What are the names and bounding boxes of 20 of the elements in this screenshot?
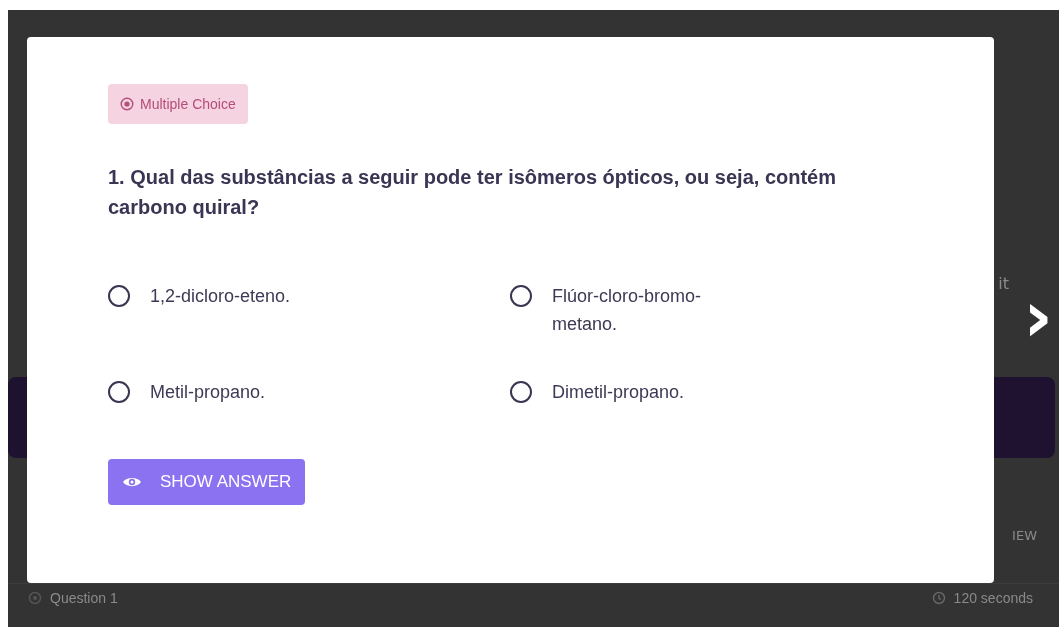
clock-icon <box>931 590 946 605</box>
option-label[interactable]: 1,2-dicloro-eteno. <box>150 282 291 310</box>
option-label[interactable]: Flúor-cloro-bromo-metano. <box>552 282 740 338</box>
option-label[interactable]: Dimetil-propano. <box>552 378 685 406</box>
radio-icon <box>28 590 42 605</box>
view-link[interactable]: IEW <box>1012 528 1037 543</box>
time-label: 120 seconds <box>953 589 1033 606</box>
show-answer-button[interactable]: SHOW ANSWER <box>108 459 306 505</box>
radio-icon <box>120 97 134 111</box>
side-label: it <box>998 274 1009 293</box>
eye-icon <box>122 475 142 489</box>
question-text: 1. Qual das substâncias a seguir pode ter isômeros ópticos, ou seja, contém carbono quiral? <box>108 165 837 220</box>
radio-button[interactable] <box>510 381 532 403</box>
question-label: Question 1 <box>50 589 118 606</box>
question-type-badge: Multiple Choice <box>108 84 248 124</box>
radio-button[interactable] <box>510 285 532 307</box>
option-label[interactable]: Metil-propano. <box>150 378 266 406</box>
radio-button[interactable] <box>108 285 130 307</box>
next-arrow-button[interactable]: › <box>1019 280 1057 352</box>
radio-button[interactable] <box>108 381 130 403</box>
